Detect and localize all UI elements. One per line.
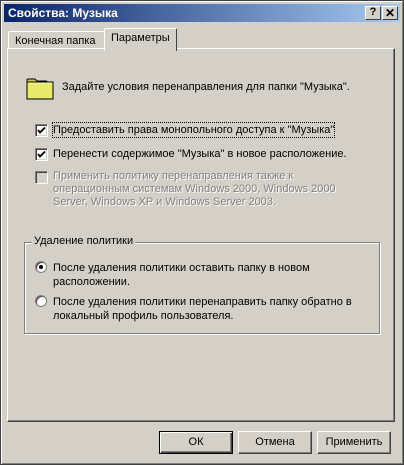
policy-removal-legend: Удаление политики (32, 235, 136, 247)
close-icon: ✕ (384, 6, 396, 20)
redirect-back-label-line2[interactable]: локальный профиль пользователя. (53, 310, 233, 323)
title-bar[interactable]: Свойства: Музыка ? ✕ (4, 4, 400, 22)
cancel-button[interactable]: Отмена (238, 431, 312, 454)
help-button[interactable]: ? (365, 6, 381, 20)
exclusive-rights-checkbox[interactable] (35, 124, 48, 137)
keep-folder-label-line1[interactable]: После удаления политики оставить папку в… (53, 262, 310, 275)
close-button[interactable]: ✕ (382, 6, 398, 20)
window-title: Свойства: Музыка (8, 6, 118, 20)
checkmark-icon (37, 126, 46, 134)
tab-settings[interactable]: Параметры (104, 28, 177, 51)
exclusive-rights-label[interactable]: Предоставить права монопольного доступа … (51, 122, 336, 138)
redirect-back-radio[interactable] (35, 295, 47, 307)
apply-legacy-os-checkbox (35, 171, 48, 184)
redirect-back-label-line1[interactable]: После удаления политики перенаправить па… (53, 296, 352, 309)
apply-legacy-os-label-line1: Применить политику перенаправления также… (53, 170, 294, 182)
intro-text: Задайте условия перенаправления для папк… (62, 81, 350, 93)
ok-button[interactable]: ОК (159, 431, 233, 454)
folder-icon (26, 78, 54, 100)
tab-target-folder[interactable]: Конечная папка (8, 31, 105, 49)
checkmark-icon (37, 150, 46, 158)
keep-folder-label-line2[interactable]: расположении. (53, 276, 130, 289)
radio-selected-dot (39, 265, 43, 269)
apply-legacy-os-label-line3: Server, Windows XP и Windows Server 2003… (53, 196, 276, 208)
move-contents-label[interactable]: Перенести содержимое "Музыка" в новое ра… (53, 147, 347, 161)
move-contents-checkbox[interactable] (35, 148, 48, 161)
apply-legacy-os-label-line2: операционным системам Windows 2000, Wind… (53, 183, 336, 195)
apply-button[interactable]: Применить (317, 431, 391, 454)
keep-folder-radio[interactable] (35, 261, 47, 273)
